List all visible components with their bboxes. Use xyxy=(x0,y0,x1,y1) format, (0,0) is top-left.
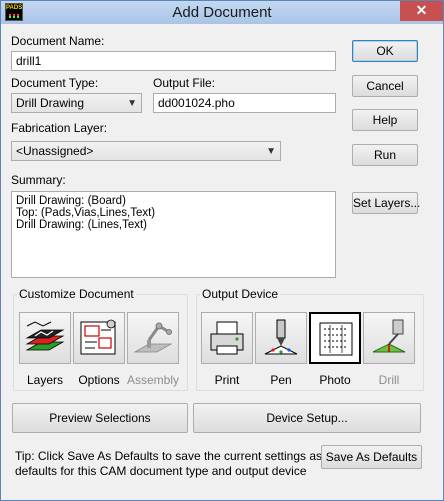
layers-icon xyxy=(25,321,65,351)
tip-line-2: defaults for this CAM document type and … xyxy=(15,464,307,478)
set-layers-button[interactable]: Set Layers... xyxy=(352,192,420,214)
document-name-input[interactable]: drill1 xyxy=(11,51,336,71)
preview-selections-button[interactable]: Preview Selections xyxy=(12,403,188,433)
add-document-dialog: PADS Add Document ✕ Document Name: drill… xyxy=(0,0,444,501)
help-button[interactable]: Help xyxy=(352,109,418,131)
fabrication-layer-select[interactable]: <Unassigned> ▼ xyxy=(11,141,281,161)
device-setup-button[interactable]: Device Setup... xyxy=(193,403,421,433)
photo-device-button[interactable] xyxy=(309,312,361,364)
drill-device-button xyxy=(363,312,415,364)
title-bar[interactable]: PADS Add Document ✕ xyxy=(1,1,443,24)
summary-line: Top: (Pads,Vias,Lines,Text) xyxy=(16,207,156,219)
photo-caption: Photo xyxy=(319,373,351,387)
cancel-button[interactable]: Cancel xyxy=(352,75,418,97)
layers-caption: Layers xyxy=(26,373,64,387)
assembly-icon xyxy=(133,322,173,353)
window-title: Add Document xyxy=(172,4,272,21)
drill-caption: Drill xyxy=(378,373,400,387)
output-device-title: Output Device xyxy=(200,287,281,301)
summary-line: Drill Drawing: (Lines,Text) xyxy=(16,219,148,231)
fabrication-layer-label: Fabrication Layer: xyxy=(11,121,108,135)
customize-document-title: Customize Document xyxy=(17,287,136,301)
fabrication-layer-value: <Unassigned> xyxy=(16,144,94,158)
layers-button[interactable] xyxy=(19,312,71,364)
tip-line-1: Tip: Click Save As Defaults to save the … xyxy=(15,449,343,463)
chevron-down-icon: ▼ xyxy=(127,98,137,109)
ok-button[interactable]: OK xyxy=(352,40,418,62)
output-file-label: Output File: xyxy=(153,76,216,90)
pen-device-button[interactable] xyxy=(255,312,307,364)
document-name-label: Document Name: xyxy=(11,34,105,48)
summary-line: Drill Drawing: (Board) xyxy=(16,195,126,207)
document-type-label: Document Type: xyxy=(11,76,99,90)
chevron-down-icon: ▼ xyxy=(266,146,276,157)
assembly-button xyxy=(127,312,179,364)
printer-icon xyxy=(210,321,244,355)
summary-box[interactable]: Drill Drawing: (Board) Top: (Pads,Vias,L… xyxy=(11,191,336,278)
pen-caption: Pen xyxy=(270,373,292,387)
document-type-value: Drill Drawing xyxy=(16,96,85,110)
options-icon xyxy=(80,319,116,355)
save-as-defaults-button[interactable]: Save As Defaults xyxy=(321,445,422,469)
output-file-input[interactable]: dd001024.pho xyxy=(153,93,336,113)
options-caption: Options xyxy=(78,373,120,387)
document-type-select[interactable]: Drill Drawing ▼ xyxy=(11,93,142,113)
run-button[interactable]: Run xyxy=(352,144,418,166)
print-device-button[interactable] xyxy=(201,312,253,364)
print-caption: Print xyxy=(214,373,240,387)
photo-plotter-icon xyxy=(319,322,353,356)
summary-label: Summary: xyxy=(11,173,66,187)
options-button[interactable] xyxy=(73,312,125,364)
assembly-caption: Assembly xyxy=(127,373,180,387)
tip-text: Tip: Click Save As Defaults to save the … xyxy=(15,449,342,479)
close-icon: ✕ xyxy=(415,2,428,18)
close-button[interactable]: ✕ xyxy=(400,1,443,21)
drill-icon xyxy=(372,319,406,353)
pen-plotter-icon xyxy=(264,319,298,355)
